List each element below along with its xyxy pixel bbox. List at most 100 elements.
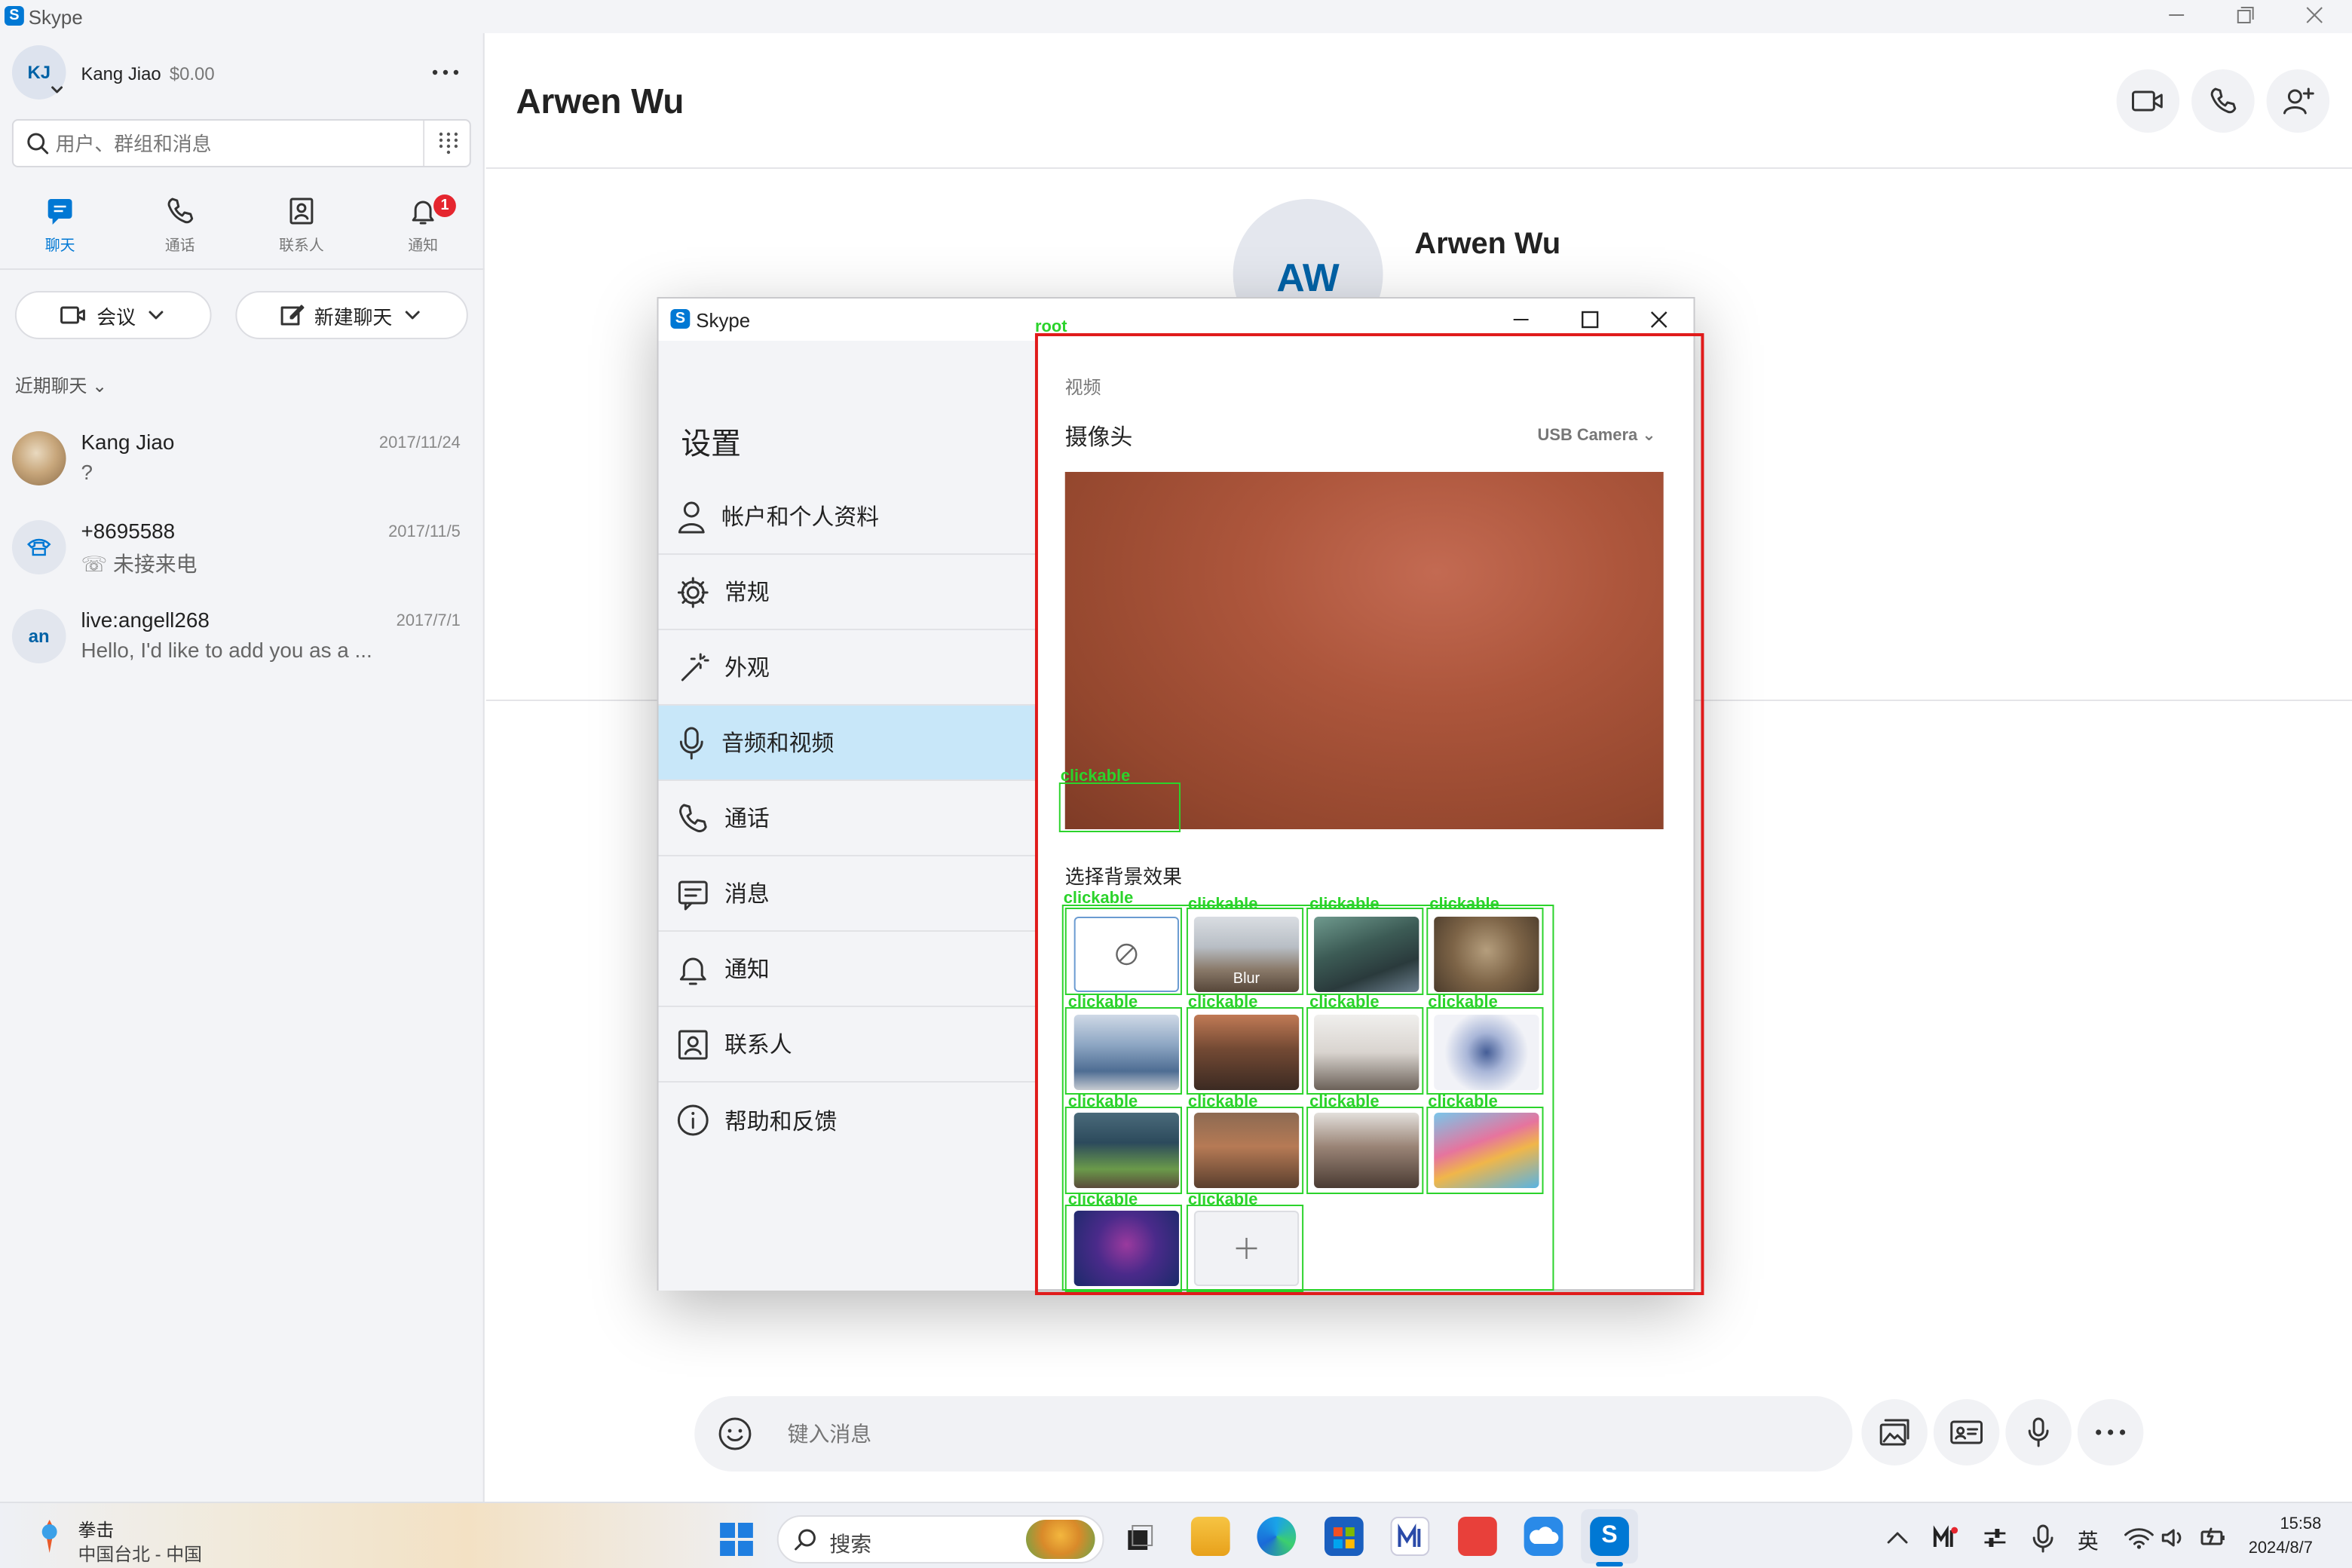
annotation-box (1306, 1007, 1424, 1095)
annotation-label: clickable (1428, 1093, 1498, 1111)
menu-item-calls[interactable]: 通话 (658, 781, 1037, 856)
annotation-box (1064, 1205, 1182, 1292)
gear-icon (677, 576, 709, 608)
video-call-button[interactable] (2116, 69, 2180, 133)
search-input[interactable] (55, 130, 416, 157)
annotation-box (1426, 908, 1544, 995)
menu-item-account[interactable]: 帐户和个人资料 (658, 479, 1037, 555)
notification-badge: 1 (433, 194, 456, 217)
menu-item-appearance[interactable]: 外观 (658, 630, 1037, 706)
tab-chat[interactable]: 聊天 (15, 196, 105, 255)
chat-date: 2017/11/5 (388, 523, 461, 541)
contact-name: Arwen Wu (1414, 228, 1561, 261)
menu-item-help[interactable]: 帮助和反馈 (659, 1083, 1037, 1158)
battery-icon[interactable] (2197, 1526, 2228, 1550)
media-button[interactable] (1861, 1399, 1928, 1465)
list-item[interactable]: Kang Jiao 2017/11/24 ? (0, 422, 485, 510)
annotation-box (1306, 1107, 1424, 1194)
annotation-box (1058, 782, 1181, 832)
annotation-label: clickable (1187, 994, 1258, 1012)
annotation-label: clickable (1309, 1093, 1380, 1111)
close-button[interactable] (2304, 5, 2325, 26)
chevron-up-icon[interactable] (1885, 1527, 1909, 1548)
annotation-box (1064, 908, 1182, 995)
microphone-icon[interactable] (2031, 1524, 2055, 1554)
store-icon[interactable] (1324, 1517, 1364, 1556)
menu-item-contacts[interactable]: 联系人 (658, 1007, 1037, 1083)
magic-wand-icon (681, 652, 709, 681)
chat-preview: ☏ 未接来电 (81, 552, 198, 576)
page-title[interactable]: Arwen Wu (516, 81, 684, 122)
meeting-button[interactable]: 会议 (14, 291, 212, 339)
new-chat-button[interactable]: 新建聊天 (235, 291, 468, 339)
weather-widget-icon[interactable] (33, 1518, 66, 1554)
chat-name: Kang Jiao (81, 430, 175, 454)
app-m-icon[interactable] (1390, 1517, 1430, 1556)
voice-message-button[interactable] (2005, 1399, 2072, 1465)
volume-icon[interactable] (2160, 1526, 2187, 1550)
compose-icon (281, 305, 305, 326)
annotation-label: clickable (1309, 896, 1380, 914)
message-compose[interactable] (694, 1396, 1853, 1472)
edge-icon[interactable] (1257, 1517, 1297, 1556)
annotation-box (1306, 908, 1424, 995)
conversation-header: Arwen Wu (485, 33, 2352, 169)
menu-item-notifications[interactable]: 通知 (658, 932, 1037, 1007)
tab-label: 通知 (408, 238, 439, 255)
list-item[interactable]: an live:angell268 2017/7/1 Hello, I'd li… (0, 600, 485, 688)
search-box[interactable] (11, 119, 471, 167)
more-options-button[interactable] (2077, 1399, 2144, 1465)
minimize-button[interactable] (1511, 309, 1532, 330)
minimize-button[interactable] (2166, 5, 2187, 26)
annotation-label: clickable (1067, 994, 1138, 1012)
task-view-icon[interactable] (1123, 1521, 1156, 1554)
annotation-label: clickable (1309, 994, 1380, 1012)
profile-name[interactable]: Kang Jiao (81, 63, 161, 84)
annotation-box (1426, 1007, 1544, 1095)
chevron-down-icon (48, 81, 66, 100)
taskbar-search[interactable]: 搜索 (776, 1515, 1104, 1563)
tray-switch-icon[interactable] (1982, 1526, 2009, 1550)
ime-indicator[interactable]: 英 (2078, 1526, 2099, 1556)
list-item[interactable]: +8695588 2017/11/5 ☏ 未接来电 (0, 511, 485, 599)
dialpad-icon[interactable] (436, 131, 461, 155)
close-button[interactable] (1649, 309, 1670, 330)
clock-date[interactable]: 2024/8/7 (2249, 1539, 2313, 1557)
more-options-icon[interactable] (429, 57, 462, 87)
annotation-label: clickable (1187, 1093, 1258, 1111)
skype-taskbar-icon[interactable]: S (1590, 1517, 1629, 1556)
tab-label: 聊天 (44, 238, 75, 255)
start-icon[interactable] (718, 1521, 755, 1557)
chat-icon (47, 199, 72, 225)
annotation-box (1186, 1205, 1304, 1292)
settings-sidebar: 设置 帐户和个人资料 常规 外观 音频和视频 通话 消息 通知 联系人 帮助和反… (658, 341, 1037, 1291)
audio-call-button[interactable] (2191, 69, 2255, 133)
weather-title[interactable]: 拳击 (78, 1517, 114, 1542)
tab-calls[interactable]: 通话 (135, 196, 225, 255)
add-people-button[interactable] (2266, 69, 2330, 133)
phone-icon (26, 538, 51, 556)
annotation-label: clickable (1429, 896, 1499, 914)
menu-item-audio-video[interactable]: 音频和视频 (658, 706, 1037, 781)
weather-subtitle: 中国台北 - 中国 (78, 1544, 202, 1565)
emoji-icon[interactable] (717, 1416, 753, 1452)
cloud-app-icon[interactable] (1524, 1517, 1563, 1556)
restore-button[interactable] (2235, 5, 2256, 26)
wifi-icon[interactable] (2124, 1526, 2154, 1550)
maximize-button[interactable] (1579, 309, 1600, 330)
chat-preview: Hello, I'd like to add you as a ... (81, 638, 372, 662)
tab-contacts[interactable]: 联系人 (256, 196, 346, 255)
menu-item-general[interactable]: 常规 (658, 555, 1037, 630)
profile-balance: $0.00 (169, 63, 215, 84)
menu-item-messages[interactable]: 消息 (658, 856, 1037, 932)
huawei-icon[interactable] (1458, 1517, 1497, 1556)
tray-app-icon[interactable] (1932, 1524, 1959, 1551)
recent-chats-heading[interactable]: 近期聊天 ⌄ (15, 372, 107, 398)
contact-card-button[interactable] (1933, 1399, 2000, 1465)
tab-label: 联系人 (279, 238, 324, 255)
bell-icon (412, 201, 434, 225)
file-explorer-icon[interactable] (1190, 1517, 1230, 1556)
annotation-box (1064, 1107, 1182, 1194)
message-input[interactable] (787, 1419, 1808, 1449)
clock-time[interactable]: 15:58 (2280, 1515, 2321, 1533)
